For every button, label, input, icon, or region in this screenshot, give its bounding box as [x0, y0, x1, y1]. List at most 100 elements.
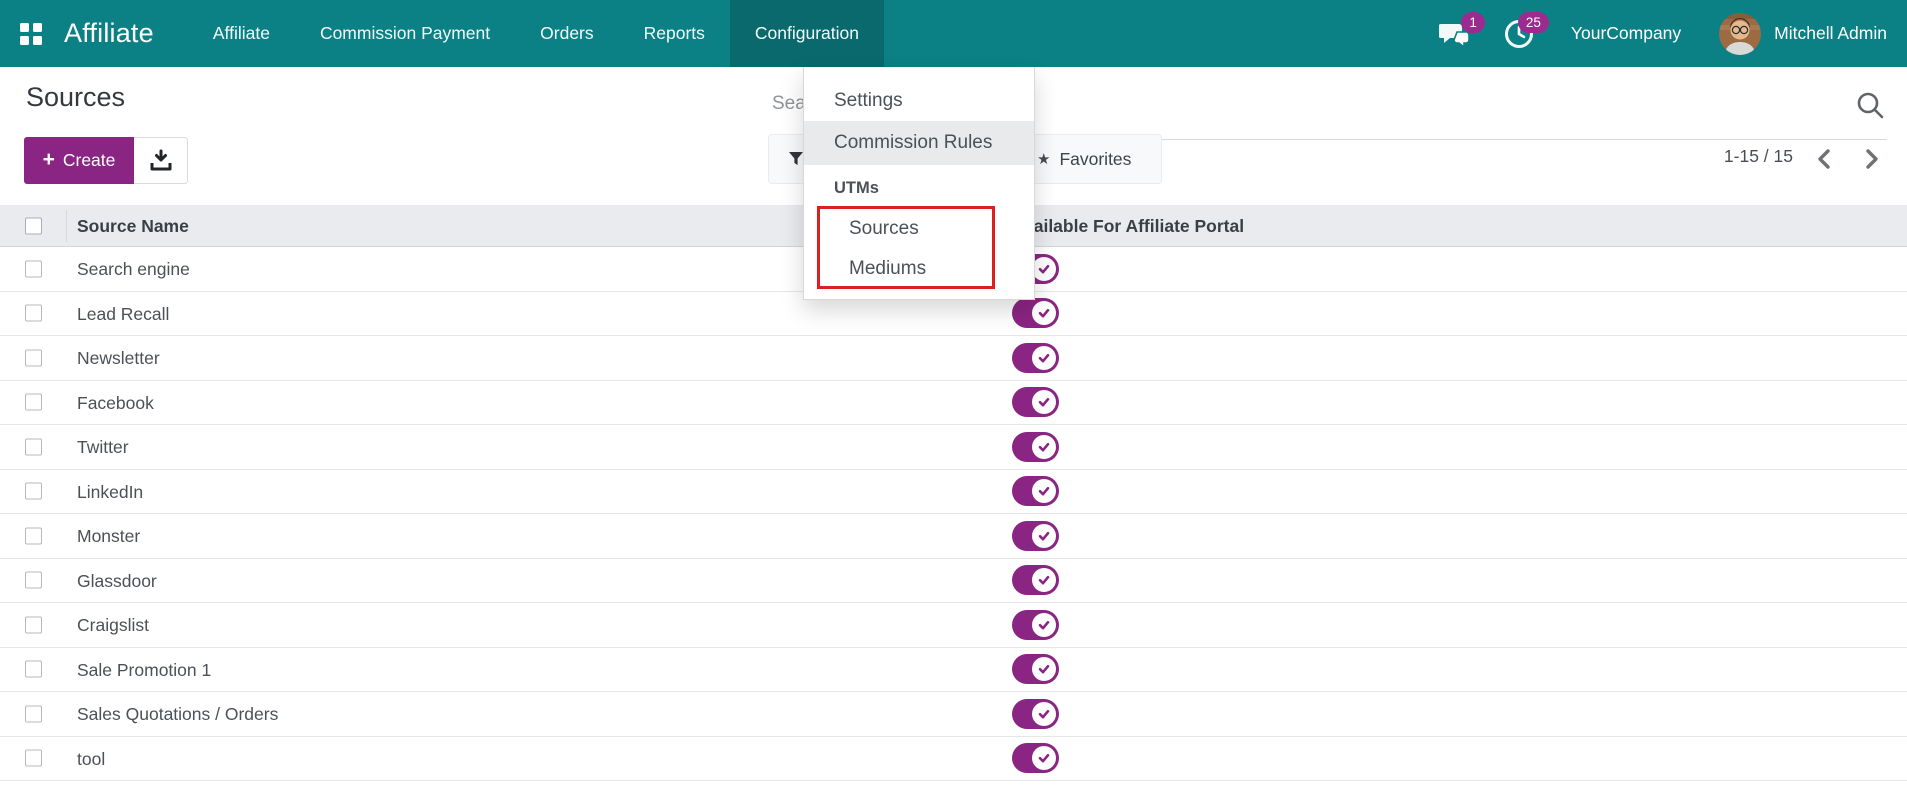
chevron-left-icon — [1814, 148, 1836, 170]
portal-toggle-on[interactable] — [1012, 743, 1059, 773]
messages-button[interactable]: 1 — [1433, 10, 1477, 58]
nav-item-orders[interactable]: Orders — [515, 0, 618, 67]
portal-toggle-on[interactable] — [1012, 521, 1059, 551]
table-row[interactable]: Craigslist — [0, 603, 1907, 648]
portal-toggle-on[interactable] — [1012, 432, 1059, 462]
export-button[interactable] — [134, 137, 188, 184]
page-title: Sources — [26, 82, 125, 113]
table-row[interactable]: Sales Quotations / Orders — [0, 692, 1907, 737]
check-icon — [1032, 568, 1056, 592]
search-icon — [1855, 90, 1885, 120]
source-name-cell: Glassdoor — [77, 559, 157, 604]
source-name-cell: Facebook — [77, 381, 154, 426]
row-checkbox[interactable] — [25, 527, 42, 544]
favorites-label: Favorites — [1059, 149, 1131, 170]
row-checkbox[interactable] — [25, 260, 42, 277]
configuration-dropdown-menu: SettingsCommission Rules UTMs SourcesMed… — [803, 67, 1035, 300]
source-name-cell: Sale Promotion 1 — [77, 648, 211, 693]
column-header-source-name: Source Name — [77, 205, 189, 247]
star-icon: ★ — [1037, 150, 1050, 168]
list-body: Search engineLead RecallNewsletterFacebo… — [0, 247, 1907, 781]
column-separator — [66, 210, 67, 242]
source-name-cell: Sales Quotations / Orders — [77, 692, 278, 737]
apps-menu-icon[interactable] — [20, 23, 42, 45]
portal-toggle-on[interactable] — [1012, 654, 1059, 684]
row-checkbox[interactable] — [25, 483, 42, 500]
nav-item-affiliate[interactable]: Affiliate — [188, 0, 295, 67]
source-name-cell: Search engine — [77, 247, 190, 292]
check-icon — [1032, 479, 1056, 503]
table-row[interactable]: Sale Promotion 1 — [0, 648, 1907, 693]
check-icon — [1032, 435, 1056, 459]
portal-toggle-on[interactable] — [1012, 565, 1059, 595]
menu-item-commission-rules[interactable]: Commission Rules — [804, 121, 1034, 165]
plus-icon: + — [43, 149, 55, 170]
row-checkbox[interactable] — [25, 305, 42, 322]
source-name-cell: Twitter — [77, 425, 129, 470]
company-switcher[interactable]: YourCompany — [1571, 23, 1681, 44]
menu-item-settings[interactable]: Settings — [804, 81, 1034, 121]
source-name-cell: Lead Recall — [77, 292, 169, 337]
check-icon — [1032, 613, 1056, 637]
messages-count-badge: 1 — [1461, 12, 1485, 34]
create-button[interactable]: + Create — [24, 137, 134, 184]
portal-toggle-on[interactable] — [1012, 343, 1059, 373]
table-row[interactable]: Glassdoor — [0, 559, 1907, 604]
search-button[interactable] — [1855, 90, 1889, 124]
row-checkbox[interactable] — [25, 616, 42, 633]
user-avatar[interactable] — [1719, 13, 1761, 55]
avatar-image — [1719, 13, 1761, 55]
activities-button[interactable]: 25 — [1497, 10, 1541, 58]
create-button-label: Create — [63, 150, 116, 171]
chevron-right-icon — [1860, 148, 1882, 170]
check-icon — [1032, 524, 1056, 548]
check-icon — [1032, 746, 1056, 770]
row-checkbox[interactable] — [25, 349, 42, 366]
row-checkbox[interactable] — [25, 438, 42, 455]
check-icon — [1032, 390, 1056, 414]
favorites-button[interactable]: ★ Favorites — [1037, 135, 1131, 183]
table-row[interactable]: Monster — [0, 514, 1907, 559]
check-icon — [1032, 257, 1056, 281]
filter-funnel-icon — [788, 151, 804, 167]
nav-item-commission-payment[interactable]: Commission Payment — [295, 0, 515, 67]
source-name-cell: Craigslist — [77, 603, 149, 648]
column-header-available-portal: Available For Affiliate Portal — [1012, 205, 1244, 247]
portal-toggle-on[interactable] — [1012, 476, 1059, 506]
dropdown-section-utms: UTMs — [804, 179, 1034, 198]
activities-count-badge: 25 — [1518, 12, 1549, 34]
pager-next-button[interactable] — [1854, 144, 1888, 176]
table-row[interactable]: tool — [0, 737, 1907, 782]
nav-item-configuration[interactable]: Configuration — [730, 0, 884, 67]
nav-item-reports[interactable]: Reports — [619, 0, 730, 67]
source-name-cell: Newsletter — [77, 336, 160, 381]
table-row[interactable]: LinkedIn — [0, 470, 1907, 515]
source-name-cell: Monster — [77, 514, 140, 559]
table-row[interactable]: Newsletter — [0, 336, 1907, 381]
check-icon — [1032, 301, 1056, 325]
row-checkbox[interactable] — [25, 394, 42, 411]
download-icon — [149, 149, 173, 173]
check-icon — [1032, 702, 1056, 726]
portal-toggle-on[interactable] — [1012, 610, 1059, 640]
row-checkbox[interactable] — [25, 661, 42, 678]
menu-item-sources[interactable]: Sources — [804, 209, 1034, 249]
menu-item-mediums[interactable]: Mediums — [804, 249, 1034, 289]
check-icon — [1032, 346, 1056, 370]
row-checkbox[interactable] — [25, 705, 42, 722]
source-name-cell: LinkedIn — [77, 470, 143, 515]
table-row[interactable]: Facebook — [0, 381, 1907, 426]
table-row[interactable]: Twitter — [0, 425, 1907, 470]
row-checkbox[interactable] — [25, 572, 42, 589]
topbar-right: 1 25 YourCompany Mitchell Admin — [1433, 10, 1893, 58]
portal-toggle-on[interactable] — [1012, 699, 1059, 729]
main-nav: AffiliateCommission PaymentOrdersReports… — [188, 0, 884, 67]
portal-toggle-on[interactable] — [1012, 298, 1059, 328]
user-menu[interactable]: Mitchell Admin — [1774, 23, 1887, 44]
pager-range: 1-15 / 15 — [1693, 146, 1793, 167]
select-all-checkbox[interactable] — [25, 217, 42, 234]
app-brand[interactable]: Affiliate — [64, 18, 154, 49]
pager-previous-button[interactable] — [1808, 144, 1842, 176]
portal-toggle-on[interactable] — [1012, 387, 1059, 417]
row-checkbox[interactable] — [25, 750, 42, 767]
